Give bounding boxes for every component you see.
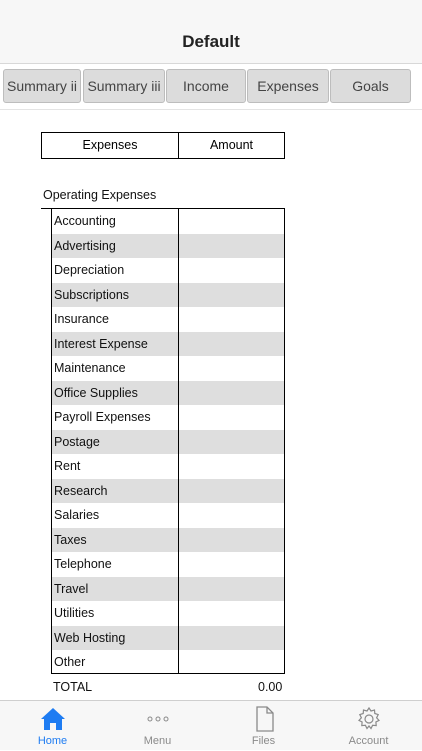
gear-icon bbox=[357, 706, 380, 730]
nav-account-label: Account bbox=[348, 735, 389, 747]
table-row[interactable]: Web Hosting bbox=[52, 625, 284, 650]
row-label: Rent bbox=[54, 459, 81, 473]
expense-grid: Accounting Advertising Depreciation Subscri… bbox=[51, 208, 285, 674]
row-label: Salaries bbox=[54, 508, 100, 522]
bottom-tab-bar: Home Menu Files Account bbox=[0, 700, 422, 750]
row-label: Other bbox=[54, 655, 86, 669]
table-row[interactable]: Depreciation bbox=[52, 258, 284, 283]
column-header-expenses[interactable]: Expenses bbox=[42, 133, 178, 158]
row-label: Research bbox=[54, 483, 108, 498]
table-row[interactable]: Postage bbox=[52, 429, 284, 454]
table-row[interactable]: Insurance bbox=[52, 307, 284, 332]
table-row[interactable]: Interest Expense bbox=[52, 331, 284, 356]
home-icon bbox=[40, 708, 65, 730]
row-label: Insurance bbox=[54, 312, 109, 326]
section-title: Operating Expenses bbox=[43, 188, 157, 202]
table-row[interactable]: Office Supplies bbox=[52, 380, 284, 405]
total-label: TOTAL bbox=[53, 680, 93, 694]
nav-account[interactable]: Account bbox=[316, 701, 421, 751]
nav-files-label: Files bbox=[251, 735, 276, 747]
tab-summary-iii[interactable]: Summary iii bbox=[83, 69, 165, 103]
nav-menu[interactable]: Menu bbox=[105, 701, 210, 751]
row-label: Maintenance bbox=[54, 361, 126, 375]
title-bar: Default bbox=[0, 0, 422, 64]
row-label: Taxes bbox=[54, 532, 87, 547]
tab-summary-ii[interactable]: Summary ii bbox=[3, 69, 81, 103]
sheet-tabs: Summary ii Summary iii Income Expenses G… bbox=[0, 64, 422, 110]
table-row[interactable]: Other bbox=[52, 650, 284, 673]
total-value[interactable]: 0.00 bbox=[258, 680, 282, 694]
nav-home-label: Home bbox=[37, 735, 68, 747]
nav-home[interactable]: Home bbox=[0, 701, 105, 751]
tab-income[interactable]: Income bbox=[166, 69, 246, 103]
row-label: Depreciation bbox=[54, 263, 125, 277]
table-row[interactable]: Accounting bbox=[52, 209, 284, 234]
table-row[interactable]: Salaries bbox=[52, 503, 284, 528]
row-label: Subscriptions bbox=[54, 287, 130, 302]
row-label: Accounting bbox=[54, 214, 116, 228]
row-label: Utilities bbox=[54, 606, 95, 620]
table-row[interactable]: Travel bbox=[52, 576, 284, 601]
grid-stub-line bbox=[41, 208, 51, 209]
grid-divider bbox=[178, 209, 179, 673]
file-icon bbox=[255, 706, 274, 732]
row-label: Payroll Expenses bbox=[54, 410, 151, 424]
row-label: Postage bbox=[54, 434, 100, 449]
table-row[interactable]: Subscriptions bbox=[52, 282, 284, 307]
tab-goals[interactable]: Goals bbox=[330, 69, 411, 103]
table-row[interactable]: Advertising bbox=[52, 233, 284, 258]
nav-files[interactable]: Files bbox=[211, 701, 316, 751]
row-label: Web Hosting bbox=[54, 630, 126, 645]
column-header: Expenses Amount bbox=[41, 132, 285, 159]
row-label: Advertising bbox=[54, 238, 116, 253]
row-label: Telephone bbox=[54, 557, 112, 571]
row-label: Office Supplies bbox=[54, 385, 138, 400]
table-row[interactable]: Taxes bbox=[52, 527, 284, 552]
tab-expenses[interactable]: Expenses bbox=[247, 69, 329, 103]
nav-menu-label: Menu bbox=[143, 735, 172, 747]
table-row[interactable]: Maintenance bbox=[52, 356, 284, 381]
page-title: Default bbox=[182, 32, 240, 51]
table-row[interactable]: Payroll Expenses bbox=[52, 405, 284, 430]
table-row[interactable]: Rent bbox=[52, 454, 284, 479]
column-header-amount[interactable]: Amount bbox=[179, 133, 284, 158]
table-row[interactable]: Telephone bbox=[52, 552, 284, 577]
row-label: Interest Expense bbox=[54, 336, 148, 351]
table-row[interactable]: Utilities bbox=[52, 601, 284, 626]
row-label: Travel bbox=[54, 581, 89, 596]
ellipsis-icon bbox=[147, 716, 168, 722]
table-row[interactable]: Research bbox=[52, 478, 284, 503]
